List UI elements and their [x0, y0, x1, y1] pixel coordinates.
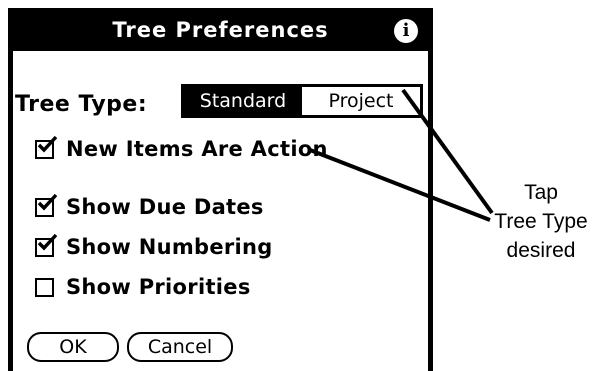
- callout-line-2: Tree Type: [494, 210, 588, 233]
- callout-line-1: Tap: [524, 181, 558, 204]
- callout-line-3: desired: [506, 239, 576, 262]
- callout-annotation: Tap Tree Type desired: [480, 178, 602, 265]
